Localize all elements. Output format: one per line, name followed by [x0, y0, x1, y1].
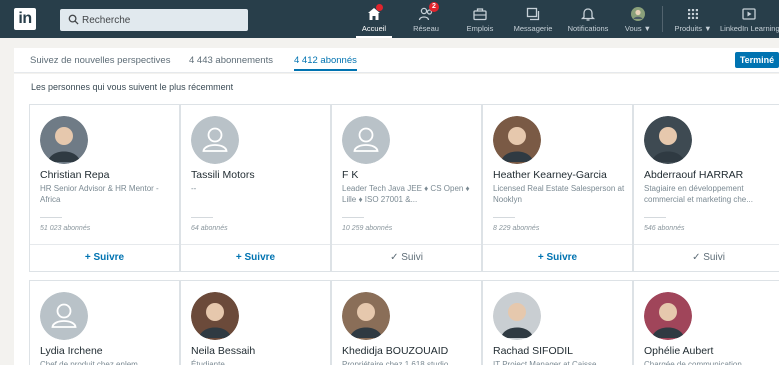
follow-button[interactable]: + Suivre: [483, 244, 632, 271]
card-divider: [342, 217, 364, 218]
follower-name[interactable]: Ophélie Aubert: [644, 345, 713, 357]
follower-name[interactable]: Khedidja BOUZOUAID: [342, 345, 448, 357]
card-divider: [493, 217, 515, 218]
avatar[interactable]: [644, 116, 692, 164]
search-box[interactable]: [60, 9, 248, 31]
nav-jobs[interactable]: Emplois: [462, 0, 498, 38]
follower-name[interactable]: Heather Kearney-Garcia: [493, 169, 607, 181]
nav-learning[interactable]: LinkedIn Learning: [718, 0, 779, 38]
nav-messaging[interactable]: Messagerie: [510, 0, 556, 38]
jobs-icon: [473, 8, 487, 21]
follower-count: 64 abonnés: [191, 225, 228, 232]
nav-notifications-label: Notifications: [567, 24, 609, 33]
follower-headline: Licensed Real Estate Salesperson at Nook…: [493, 184, 625, 204]
follower-card[interactable]: Heather Kearney-Garcia Licensed Real Esta…: [482, 104, 633, 272]
follower-headline: Propriétaire chez 1.618 studio: [342, 360, 449, 365]
follower-card[interactable]: F K Leader Tech Java JEE ♦ CS Open ♦ Lill…: [331, 104, 482, 272]
follower-card[interactable]: Khedidja BOUZOUAID Propriétaire chez 1.61…: [331, 280, 482, 365]
follow-button[interactable]: + Suivre: [30, 244, 179, 271]
card-divider: [40, 217, 62, 218]
top-nav: in Accueil 2 Réseau Emplois Messagerie N…: [0, 0, 779, 38]
follow-button[interactable]: + Suivre: [181, 244, 330, 271]
tab-following[interactable]: 4 443 abonnements: [189, 55, 273, 66]
nav-messaging-label: Messagerie: [513, 24, 553, 33]
follower-name[interactable]: Christian Repa: [40, 169, 109, 181]
avatar[interactable]: [191, 292, 239, 340]
following-button[interactable]: ✓ Suivi: [332, 244, 481, 271]
avatar[interactable]: [644, 292, 692, 340]
nav-home[interactable]: Accueil: [356, 0, 392, 38]
card-divider: [191, 217, 213, 218]
avatar[interactable]: [493, 292, 541, 340]
following-button[interactable]: ✓ Suivi: [634, 244, 779, 271]
follower-headline: Chef de produit chez enlem: [40, 360, 138, 365]
messaging-icon: [526, 7, 540, 21]
nav-network-label: Réseau: [413, 24, 439, 33]
nav-separator: [662, 6, 663, 32]
avatar[interactable]: [191, 116, 239, 164]
follower-name[interactable]: Rachad SIFODIL: [493, 345, 573, 357]
learning-icon: [741, 8, 756, 20]
follower-card[interactable]: Christian Repa HR Senior Advisor & HR Men…: [29, 104, 180, 272]
follower-card[interactable]: Neila Bessaih Étudiante: [180, 280, 331, 365]
section-title: Les personnes qui vous suivent le plus r…: [31, 82, 234, 92]
nav-notifications[interactable]: Notifications: [562, 0, 614, 38]
follower-card[interactable]: Ophélie Aubert Chargée de communication: [633, 280, 779, 365]
home-badge: [376, 4, 383, 11]
tab-followers[interactable]: 4 412 abonnés: [294, 55, 357, 71]
avatar[interactable]: [342, 292, 390, 340]
follower-count: 8 229 abonnés: [493, 225, 540, 232]
follower-name[interactable]: Neila Bessaih: [191, 345, 255, 357]
nav-products-label: Produits ▼: [674, 24, 712, 33]
nav-learning-label: LinkedIn Learning: [720, 24, 779, 33]
avatar[interactable]: [40, 292, 88, 340]
nav-home-label: Accueil: [361, 24, 387, 33]
follower-name[interactable]: Abderraouf HARRAR: [644, 169, 743, 181]
linkedin-logo[interactable]: in: [14, 8, 36, 30]
follower-name[interactable]: Tassili Motors: [191, 169, 255, 181]
grid-icon: [688, 9, 698, 19]
follower-headline: HR Senior Advisor & HR Mentor - Africa: [40, 184, 159, 204]
nav-network[interactable]: 2 Réseau: [409, 0, 443, 38]
follower-card[interactable]: Abderraouf HARRAR Stagiaire en développem…: [633, 104, 779, 272]
avatar[interactable]: [40, 116, 88, 164]
follower-count: 10 259 abonnés: [342, 225, 393, 232]
follower-card[interactable]: Lydia Irchene Chef de produit chez enlem: [29, 280, 180, 365]
nav-me-label: Vous ▼: [624, 24, 652, 33]
follower-headline: Étudiante: [191, 360, 225, 365]
follower-headline: Stagiaire en développement commercial et…: [644, 184, 753, 204]
followers-panel: Les personnes qui vous suivent le plus r…: [14, 74, 779, 365]
nav-jobs-label: Emplois: [466, 24, 494, 33]
follower-headline: Chargée de communication: [644, 360, 742, 365]
follower-headline: IT Project Manager at Caisse: [493, 360, 597, 365]
nav-products[interactable]: Produits ▼: [670, 0, 716, 38]
follower-count: 546 abonnés: [644, 225, 685, 232]
card-divider: [644, 217, 666, 218]
follower-count: 51 023 abonnés: [40, 225, 91, 232]
follower-card[interactable]: Rachad SIFODIL IT Project Manager at Cais…: [482, 280, 633, 365]
bell-icon: [580, 8, 596, 21]
network-badge: 2: [429, 2, 439, 12]
nav-me[interactable]: Vous ▼: [620, 0, 656, 38]
followers-subnav: Suivez de nouvelles perspectives 4 443 a…: [14, 48, 779, 73]
follower-name[interactable]: Lydia Irchene: [40, 345, 103, 357]
follower-card[interactable]: Tassili Motors -- 64 abonnés + Suivre: [180, 104, 331, 272]
search-icon: [68, 14, 79, 25]
follower-headline: --: [191, 184, 197, 193]
done-button[interactable]: Terminé: [735, 52, 779, 68]
avatar[interactable]: [342, 116, 390, 164]
follower-name[interactable]: F K: [342, 169, 358, 181]
profile-avatar-icon: [631, 7, 645, 21]
avatar[interactable]: [493, 116, 541, 164]
search-input[interactable]: [82, 12, 242, 28]
follower-headline: Leader Tech Java JEE ♦ CS Open ♦ Lille ♦…: [342, 184, 470, 204]
tab-new-perspectives[interactable]: Suivez de nouvelles perspectives: [30, 55, 170, 66]
